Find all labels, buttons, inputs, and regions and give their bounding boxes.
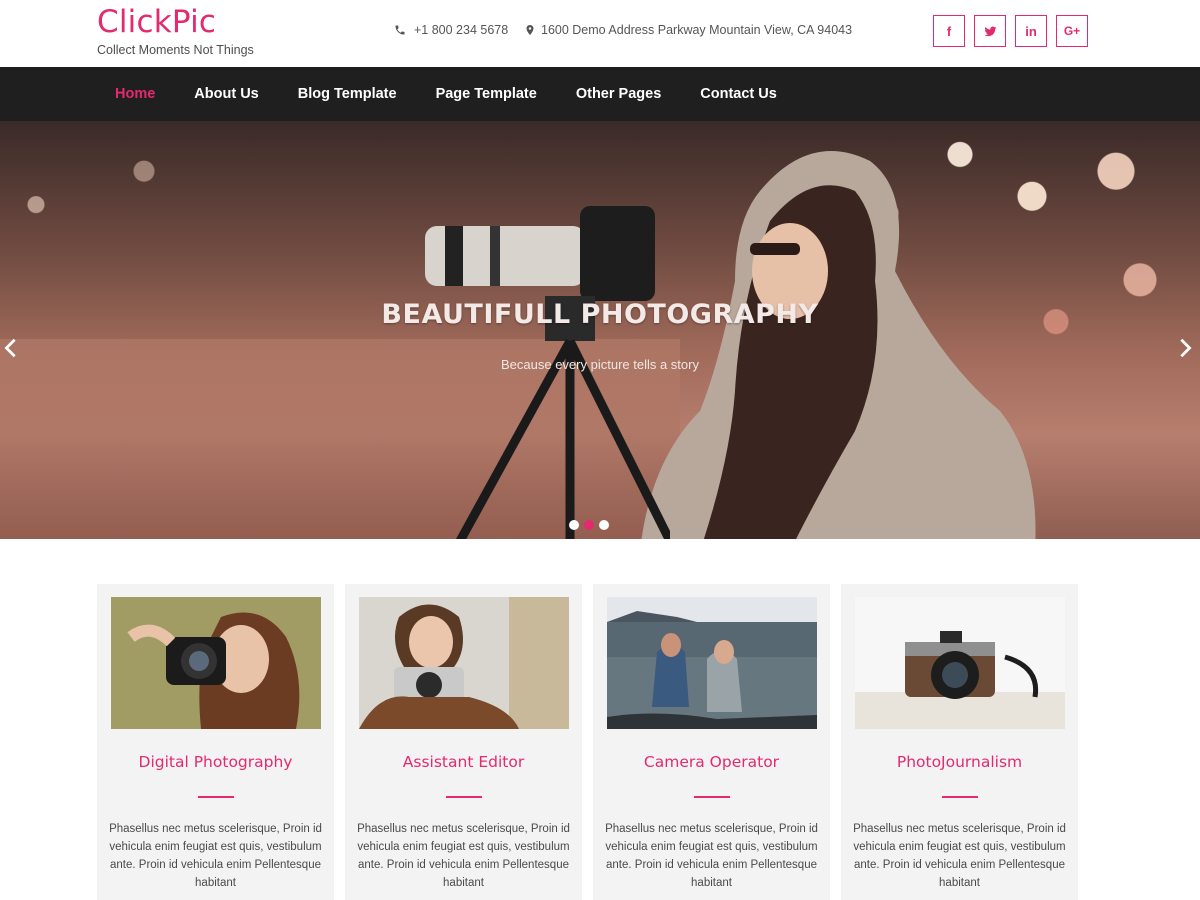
card-title[interactable]: Camera Operator xyxy=(593,753,830,771)
slider-prev-arrow-icon[interactable] xyxy=(0,337,22,359)
service-card[interactable]: Digital Photography Phasellus nec metus … xyxy=(97,584,334,900)
twitter-icon xyxy=(984,26,996,36)
map-marker-icon xyxy=(526,25,534,35)
services-section: Digital Photography Phasellus nec metus … xyxy=(0,539,1200,900)
nav-item-about-us[interactable]: About Us xyxy=(194,86,258,102)
google-plus-icon: G+ xyxy=(1063,24,1081,38)
phone-icon xyxy=(395,25,405,35)
hero-subtitle: Because every picture tells a story xyxy=(501,357,699,372)
nav-item-other-pages[interactable]: Other Pages xyxy=(576,86,661,102)
slider-dot-2[interactable] xyxy=(584,520,594,530)
hero-slider: BEAUTIFULL PHOTOGRAPHY Because every pic… xyxy=(0,121,1200,539)
card-divider xyxy=(694,796,730,798)
card-divider xyxy=(942,796,978,798)
card-title[interactable]: PhotoJournalism xyxy=(841,753,1078,771)
slider-next-arrow-icon[interactable] xyxy=(1174,337,1196,359)
card-text: Phasellus nec metus scelerisque, Proin i… xyxy=(853,823,1066,889)
facebook-button[interactable]: f xyxy=(933,15,965,47)
address-text: 1600 Demo Address Parkway Mountain View,… xyxy=(541,23,853,37)
hero-title: BEAUTIFULL PHOTOGRAPHY xyxy=(381,299,819,330)
card-title[interactable]: Digital Photography xyxy=(97,753,334,771)
service-card[interactable]: Camera Operator Phasellus nec metus scel… xyxy=(593,584,830,900)
twitter-button[interactable] xyxy=(974,15,1006,47)
card-image-camera-operator xyxy=(607,597,817,729)
slider-pagination xyxy=(569,520,609,530)
card-image-assistant-editor xyxy=(359,597,569,729)
nav-item-contact-us[interactable]: Contact Us xyxy=(700,86,777,102)
card-image-photojournalism xyxy=(855,597,1065,729)
page: ClickPic Collect Moments Not Things +1 8… xyxy=(0,0,1200,900)
card-image-digital-photography xyxy=(111,597,321,729)
card-text: Phasellus nec metus scelerisque, Proin i… xyxy=(109,823,322,889)
site-logo-title[interactable]: ClickPic xyxy=(97,4,216,40)
slider-dot-1[interactable] xyxy=(569,520,579,530)
slider-dot-3[interactable] xyxy=(599,520,609,530)
nav-item-home[interactable]: Home xyxy=(115,86,155,102)
linkedin-button[interactable]: in xyxy=(1015,15,1047,47)
card-title[interactable]: Assistant Editor xyxy=(345,753,582,771)
nav-item-blog-template[interactable]: Blog Template xyxy=(298,86,397,102)
site-tagline: Collect Moments Not Things xyxy=(97,43,254,57)
service-card[interactable]: Assistant Editor Phasellus nec metus sce… xyxy=(345,584,582,900)
social-links: f in G+ xyxy=(933,15,1088,47)
phone-number: +1 800 234 5678 xyxy=(414,23,509,37)
google-plus-button[interactable]: G+ xyxy=(1056,15,1088,47)
linkedin-icon: in xyxy=(1025,23,1037,39)
main-nav: Home About Us Blog Template Page Templat… xyxy=(0,67,1200,121)
contact-phone: +1 800 234 5678 xyxy=(394,23,508,37)
card-divider xyxy=(446,796,482,798)
hero-person-image xyxy=(641,151,1036,539)
site-header: ClickPic Collect Moments Not Things +1 8… xyxy=(0,0,1200,67)
card-text: Phasellus nec metus scelerisque, Proin i… xyxy=(357,823,570,889)
card-divider xyxy=(198,796,234,798)
card-text: Phasellus nec metus scelerisque, Proin i… xyxy=(605,823,818,889)
contact-address: 1600 Demo Address Parkway Mountain View,… xyxy=(524,23,852,37)
facebook-icon: f xyxy=(946,23,952,39)
nav-item-page-template[interactable]: Page Template xyxy=(436,86,537,102)
service-card[interactable]: PhotoJournalism Phasellus nec metus scel… xyxy=(841,584,1078,900)
